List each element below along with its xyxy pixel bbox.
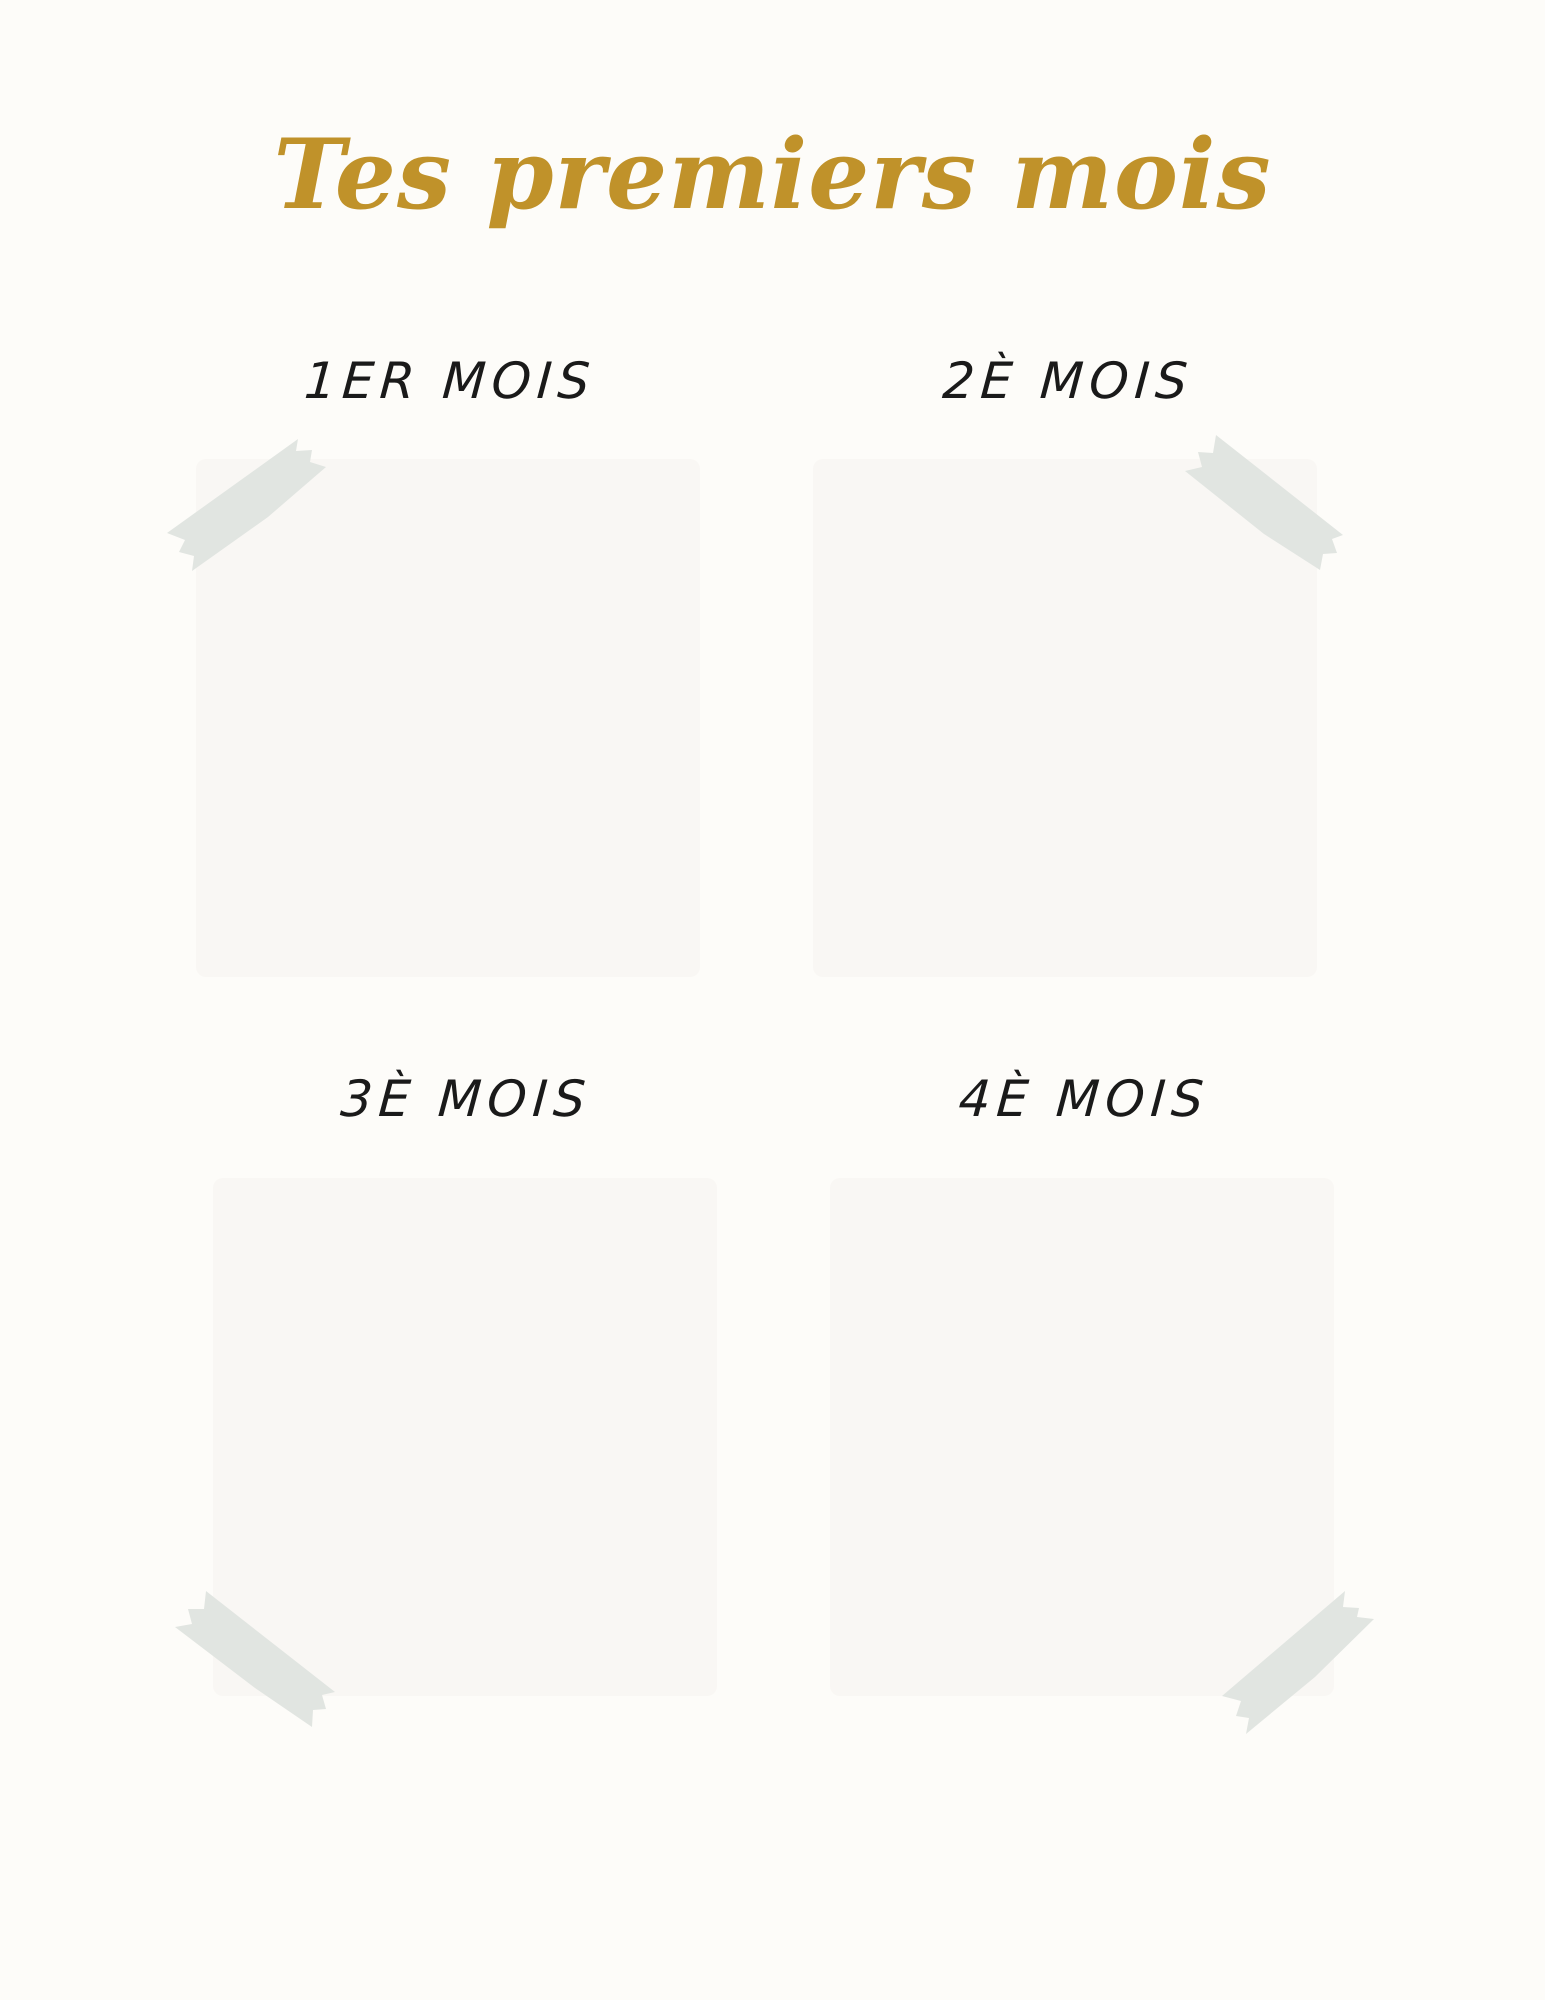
tape-decoration-1	[167, 439, 326, 571]
tape-layer	[167, 435, 1374, 1734]
tape-decoration-2	[1185, 435, 1343, 570]
tape-decoration-4	[1222, 1591, 1374, 1734]
tape-decoration-3	[175, 1591, 335, 1727]
